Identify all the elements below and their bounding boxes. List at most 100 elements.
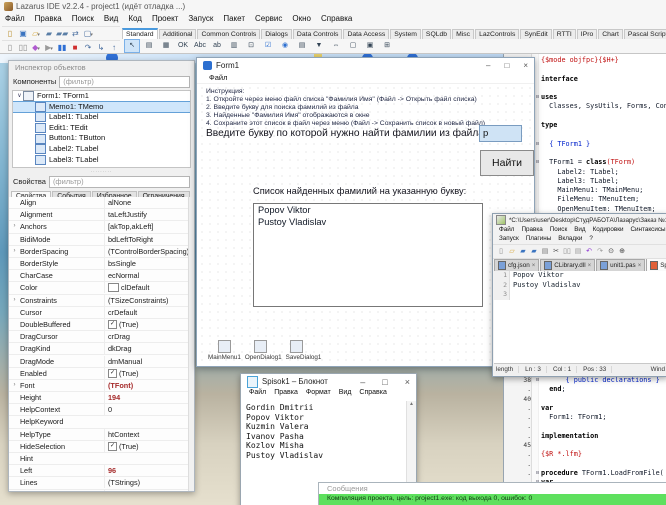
property-row[interactable]: ›Anchors[akTop,akLeft] [9,221,194,233]
close-icon[interactable]: × [588,263,592,269]
property-value[interactable]: htContext [104,429,194,440]
property-row[interactable]: Left96 [9,465,194,477]
property-value[interactable]: crDefault [104,307,194,318]
window-button[interactable]: – [486,61,490,70]
palette-component-icon[interactable]: ▤ [141,39,157,53]
build-mode-button[interactable]: ◆▾ [30,42,42,53]
property-value[interactable]: 194 [104,392,194,403]
run-button[interactable]: ▶▾ [43,42,55,53]
new-unit-button[interactable]: ▯ [4,28,16,39]
property-row[interactable]: ›Constraints(TSizeConstraints) [9,295,194,307]
property-row[interactable]: HelpKeyword [9,416,194,428]
component-tree-item[interactable]: Label1: TLabel [13,112,190,123]
property-row[interactable]: Height194 [9,392,194,404]
palette-component-icon[interactable]: ab [209,39,225,53]
ide-titlebar[interactable]: Lazarus IDE v2.2.4 - project1 (идёт отла… [0,0,666,13]
property-row[interactable]: ›Font(TFont) [9,380,194,392]
notepadpp-titlebar[interactable]: *C:\Users\user\Desktop\СтудРАБОТА\Лазару… [493,214,666,226]
find-button[interactable]: Найти [480,150,534,176]
property-value[interactable]: clDefault [104,282,194,293]
property-value[interactable]: 0 [104,404,194,415]
step-over-button[interactable]: ↷ [82,42,94,53]
component-tree[interactable]: ∨Form1: TForm1Memo1: TMemoLabel1: TLabel… [12,90,191,168]
save-all-button[interactable]: ▰▰ [56,28,68,39]
savedialog-component-icon[interactable] [290,340,303,353]
menu-item[interactable]: Справка [355,389,390,400]
close-icon[interactable]: × [638,263,642,269]
window-button[interactable]: □ [504,61,509,70]
property-row[interactable]: AlignalNone [9,197,194,209]
property-value[interactable]: (TSizeConstraints) [104,295,194,306]
component-tree-item[interactable]: ∨Form1: TForm1 [13,91,190,102]
palette-component-icon[interactable]: ⇔ [328,39,344,53]
save-button[interactable]: ▰ [43,28,55,39]
property-value[interactable]: ecNormal [104,270,194,281]
menu-item[interactable]: Поиск [67,13,99,25]
notepad-titlebar[interactable]: Spisok1 – Блокнот –□× [241,374,416,389]
palette-tab[interactable]: Pascal Script [624,29,666,39]
palette-component-icon[interactable]: ▥ [226,39,242,53]
palette-tab[interactable]: Data Access [343,29,389,39]
property-row[interactable]: BorderStylebsSingle [9,258,194,270]
property-row[interactable]: HelpTypehtContext [9,429,194,441]
checkbox-icon[interactable]: ✓ [108,442,117,451]
menu-item[interactable]: Вид [335,389,356,400]
property-row[interactable]: BidiModebdLeftToRight [9,234,194,246]
property-row[interactable]: HelpContext0 [9,404,194,416]
property-row[interactable]: Enabled✓(True) [9,368,194,380]
property-grid-scrollbar[interactable] [188,197,194,491]
component-tree-item[interactable]: Edit1: TEdit [13,123,190,134]
component-tree-item[interactable]: Button1: TButton [13,133,190,144]
palette-component-icon[interactable]: ▢ [345,39,361,53]
new-button[interactable]: ▯ [4,42,16,53]
pause-button[interactable]: ▮▮ [56,42,68,53]
palette-tab[interactable]: System [390,29,421,39]
fold-icon[interactable]: ⊟ [534,469,541,478]
pages-button[interactable]: ▯▯ [17,42,29,53]
palette-component-icon[interactable]: ▦ [158,39,174,53]
palette-component-icon[interactable]: ▼ [311,39,327,53]
property-value[interactable]: (TStrings) [104,477,194,488]
palette-tab[interactable]: RTTI [553,29,576,39]
toolbar-icon[interactable]: ▯ [496,247,506,257]
messages-selected-line[interactable]: Компиляция проекта, цель: project1.exe: … [319,494,666,505]
menu-item[interactable]: Формат [302,389,335,400]
palette-tab[interactable]: Chart [598,29,623,39]
result-memo[interactable]: Popov ViktorPustoy Vladislav [253,203,483,307]
close-icon[interactable]: × [532,263,536,269]
palette-tab[interactable]: Data Controls [293,29,343,39]
properties-filter-input[interactable]: (фильтр) [49,176,190,188]
property-row[interactable]: DragModedmManual [9,355,194,367]
opendialog-component-icon[interactable] [254,340,267,353]
menu-item[interactable]: Правка [518,226,545,235]
notepadpp-editor[interactable]: 1Popov Viktor2Pustoy Vladislav3 [494,271,666,363]
property-value[interactable]: crDrag [104,331,194,342]
toolbar-icon[interactable]: ✂ [551,247,561,257]
property-row[interactable]: AlignmenttaLeftJustify [9,209,194,221]
fold-icon[interactable]: ⊟ [534,93,541,102]
property-expander-icon[interactable]: › [9,380,20,391]
toolbar-icon[interactable]: ↷ [595,247,605,257]
menu-item[interactable]: Сервис [250,13,287,25]
fold-icon[interactable]: ⊟ [534,376,541,385]
property-value[interactable]: (TControlBorderSpacing) [104,246,194,257]
property-grid[interactable]: AlignalNoneAlignmenttaLeftJustify›Anchor… [9,197,194,491]
property-row[interactable]: Lines(TStrings) [9,477,194,489]
checkbox-icon[interactable]: ✓ [108,369,117,378]
property-row[interactable]: DragKinddkDrag [9,343,194,355]
property-value[interactable]: [akTop,akLeft] [104,221,194,232]
step-out-button[interactable]: ↑ [108,42,120,53]
step-into-button[interactable]: ↳ [95,42,107,53]
property-value[interactable]: bsSingle [104,258,194,269]
toolbar-icon[interactable]: ▤ [573,247,583,257]
property-expander-icon[interactable]: › [9,246,20,257]
menu-item[interactable]: Код [123,13,147,25]
palette-tab[interactable]: Common Controls [197,29,260,39]
toolbar-icon[interactable]: ▰ [529,247,539,257]
menu-item[interactable]: Правка [270,389,302,400]
form1-titlebar[interactable]: Form1 –□× [197,58,534,72]
palette-component-icon[interactable]: ▤ [294,39,310,53]
view-windows-button[interactable]: ▢▾ [82,28,94,39]
toolbar-icon[interactable]: ⊙ [606,247,616,257]
menu-item[interactable]: Синтаксисы [627,226,666,235]
